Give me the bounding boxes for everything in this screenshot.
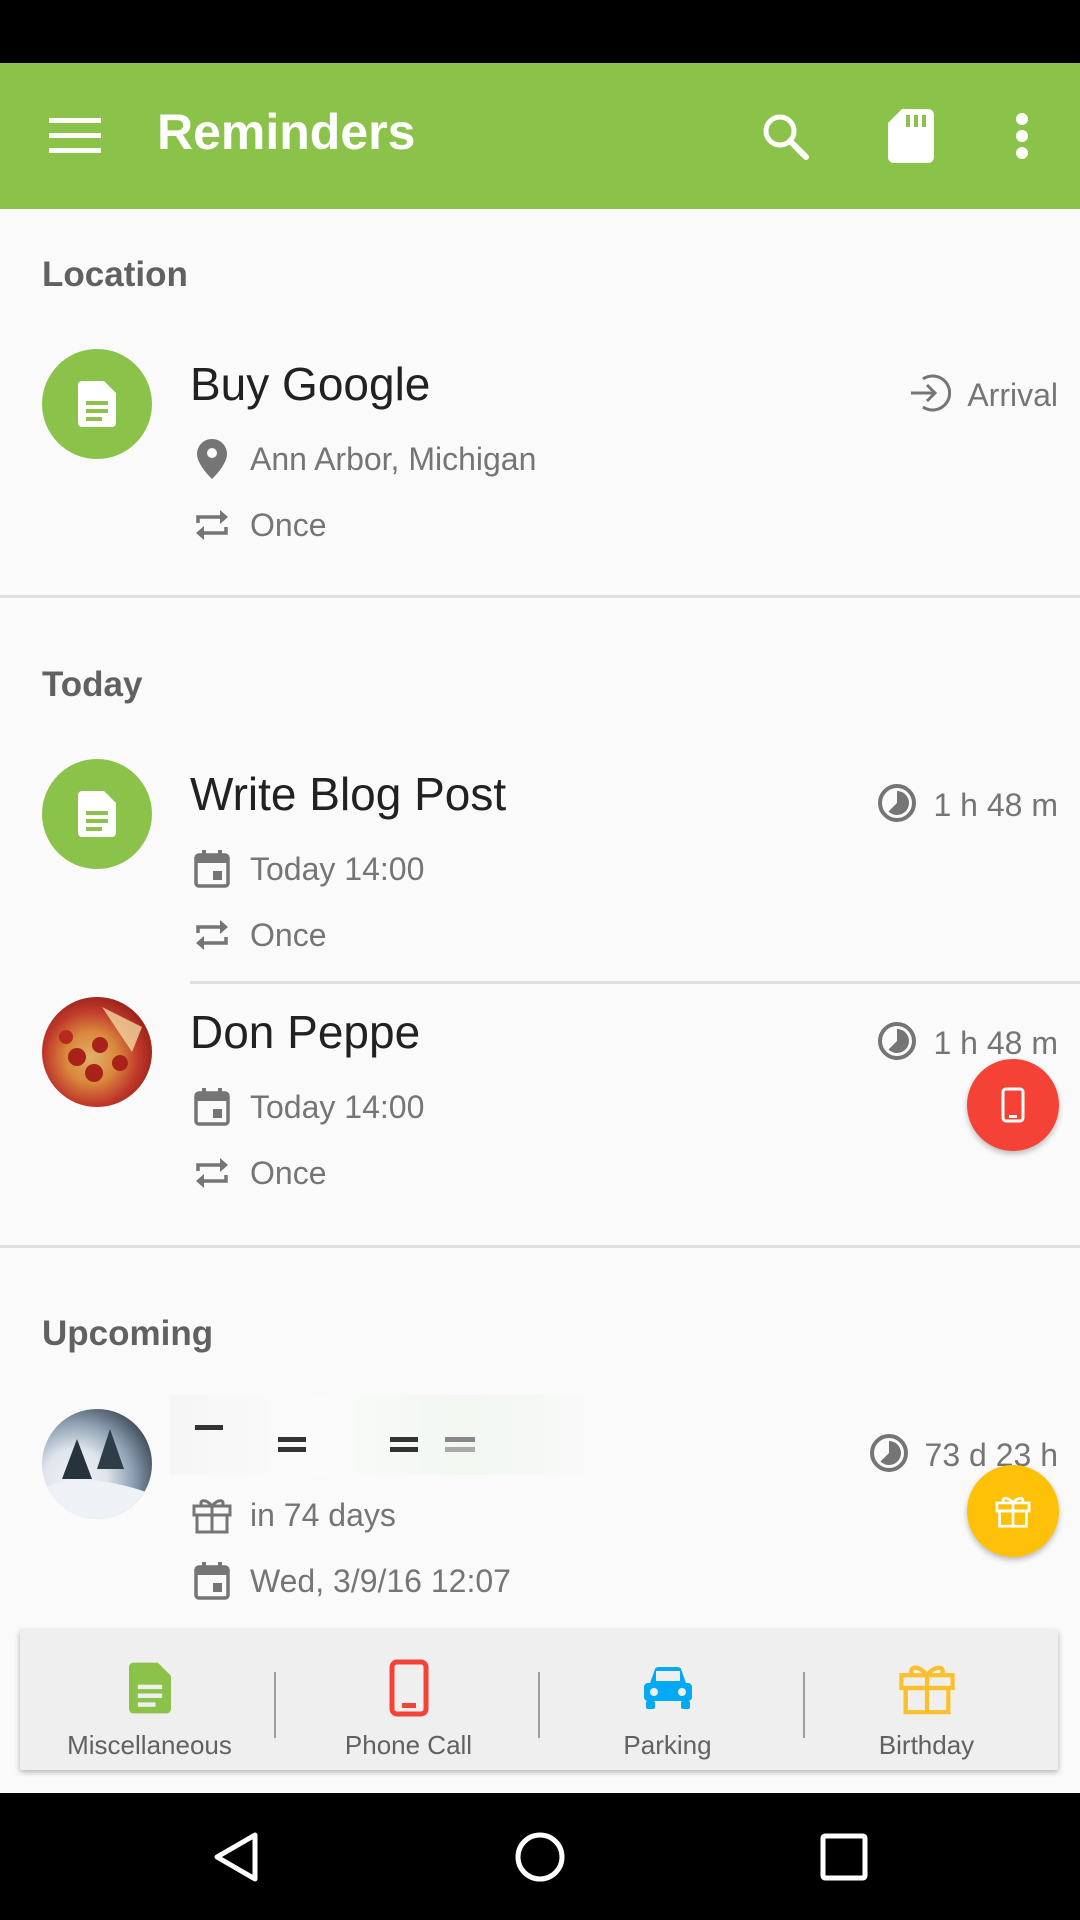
recents-icon[interactable]	[808, 1821, 880, 1893]
menu-icon[interactable]	[42, 103, 108, 169]
tab-label: Miscellaneous	[67, 1730, 232, 1760]
detail-row: Wed, 3/9/16 12:07	[190, 1559, 511, 1603]
item-meta-text: 1 h 48 m	[933, 1025, 1058, 1061]
arrival-icon	[907, 373, 952, 418]
item-date: Today 14:00	[250, 1088, 425, 1125]
calendar-icon	[190, 1559, 234, 1603]
section-header-location: Location	[42, 255, 188, 294]
item-meta: Arrival	[907, 373, 1058, 418]
new-reminder-category-bar: Miscellaneous Phone Call Parking Birthda…	[20, 1630, 1058, 1770]
note-icon	[42, 349, 152, 459]
item-date: Today 14:00	[250, 850, 425, 887]
place-icon	[190, 437, 234, 481]
app-bar: Reminders	[0, 63, 1080, 209]
repeat-icon	[190, 503, 234, 547]
page-title: Reminders	[157, 104, 416, 160]
status-bar	[0, 0, 1080, 63]
list-item[interactable]: Write Blog Post 1 h 48 m Today 14:00 Onc…	[0, 759, 1080, 989]
item-title: Buy Google	[190, 358, 431, 410]
gift-icon	[995, 1496, 1031, 1528]
phone-icon	[1001, 1087, 1025, 1123]
detail-row: Once	[190, 913, 326, 957]
home-icon[interactable]	[504, 1821, 576, 1893]
more-vert-icon[interactable]	[1000, 103, 1044, 169]
calendar-icon	[190, 1085, 234, 1129]
item-meta-text: 73 d 23 h	[924, 1437, 1058, 1473]
item-meta: 1 h 48 m	[877, 1021, 1058, 1066]
tab-label: Birthday	[878, 1730, 975, 1760]
tab-label: Parking	[623, 1730, 712, 1760]
tab-miscellaneous[interactable]: Miscellaneous	[20, 1630, 279, 1770]
repeat-icon	[190, 1151, 234, 1195]
tab-label: Phone Call	[344, 1730, 473, 1760]
back-icon[interactable]	[200, 1821, 272, 1893]
calendar-icon	[190, 847, 234, 891]
tab-parking[interactable]: Parking	[538, 1630, 797, 1770]
item-repeat: Once	[250, 506, 327, 543]
section-divider	[0, 595, 1080, 598]
section-divider	[0, 1245, 1080, 1248]
list-item[interactable]: Buy Google Arrival Ann Arbor, Michigan O…	[0, 349, 1080, 579]
item-meta-text: Arrival	[967, 377, 1058, 413]
section-header-upcoming: Upcoming	[42, 1314, 214, 1353]
detail-row: Once	[190, 503, 326, 547]
item-location: Ann Arbor, Michigan	[250, 440, 537, 477]
item-repeat: Once	[250, 1154, 327, 1191]
snow-photo	[42, 1409, 152, 1519]
system-nav-bar	[0, 1793, 1080, 1920]
sd-card-icon[interactable]	[878, 103, 944, 169]
call-action-button[interactable]	[967, 1059, 1059, 1151]
item-meta: 1 h 48 m	[877, 783, 1058, 828]
item-meta-text: 1 h 48 m	[933, 787, 1058, 823]
item-title-blurred	[170, 1395, 610, 1475]
item-repeat: Once	[250, 916, 327, 953]
detail-row: in 74 days	[190, 1493, 396, 1537]
note-icon	[42, 759, 152, 869]
timer-icon	[877, 783, 917, 828]
reminder-list[interactable]: Location Buy Google Arrival Ann Arbor, M…	[0, 209, 1080, 1793]
detail-row: Today 14:00	[190, 1085, 424, 1129]
detail-row: Ann Arbor, Michigan	[190, 437, 536, 481]
tab-birthday[interactable]: Birthday	[797, 1630, 1056, 1770]
item-title: Write Blog Post	[190, 768, 507, 820]
timer-icon	[877, 1021, 917, 1066]
phone-icon	[389, 1658, 429, 1718]
item-countdown: in 74 days	[250, 1496, 396, 1533]
list-item[interactable]: Don Peppe 1 h 48 m Today 14:00 Once	[0, 997, 1080, 1227]
section-header-today: Today	[42, 665, 143, 704]
detail-row: Once	[190, 1151, 326, 1195]
car-icon	[642, 1658, 694, 1718]
search-icon[interactable]	[752, 103, 818, 169]
item-divider	[190, 981, 1080, 984]
item-date: Wed, 3/9/16 12:07	[250, 1562, 511, 1599]
gift-icon	[898, 1658, 956, 1718]
note-icon	[128, 1658, 171, 1718]
timer-icon	[869, 1433, 909, 1478]
gift-icon	[190, 1493, 234, 1537]
detail-row: Today 14:00	[190, 847, 424, 891]
birthday-action-button[interactable]	[967, 1465, 1059, 1557]
repeat-icon	[190, 913, 234, 957]
pizza-photo	[42, 997, 152, 1107]
item-title: Don Peppe	[190, 1006, 421, 1058]
tab-phone-call[interactable]: Phone Call	[279, 1630, 538, 1770]
tab-divider	[274, 1672, 276, 1738]
